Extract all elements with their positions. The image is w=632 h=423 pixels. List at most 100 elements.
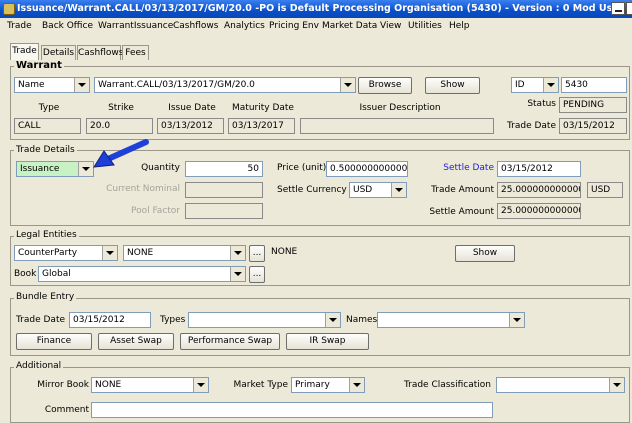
settle-amount-label: Settle Amount — [429, 207, 494, 217]
settle-currency-label: Settle Currency — [277, 185, 347, 195]
trade-amount-label: Trade Amount — [431, 185, 494, 195]
types-label: Types — [160, 315, 186, 325]
price-label: Price (unit) — [277, 163, 327, 173]
browse-button[interactable]: Browse — [358, 77, 412, 94]
comment-label: Comment — [44, 405, 89, 415]
warrant-name-combo[interactable]: Warrant.CALL/03/13/2017/GM/20.0 — [94, 77, 356, 93]
book-label: Book — [14, 269, 37, 279]
pool-factor-field — [185, 203, 263, 219]
dropdown-arrow-icon — [609, 378, 624, 392]
quantity-label: Quantity — [141, 163, 180, 173]
bundle-entry-legend: Bundle Entry — [14, 292, 77, 303]
current-nominal-field — [185, 182, 263, 198]
additional-legend: Additional — [14, 361, 64, 372]
issuer-description-field — [300, 118, 494, 134]
menu-back-office[interactable]: Back Office — [42, 21, 93, 31]
tab-cashflows[interactable]: Cashflows — [77, 45, 123, 60]
asset-swap-button[interactable]: Asset Swap — [98, 333, 174, 350]
settle-currency-combo[interactable]: USD — [349, 182, 407, 198]
minimize-icon — [615, 10, 622, 12]
dropdown-arrow-icon — [509, 313, 524, 327]
dropdown-arrow-icon — [543, 78, 558, 92]
minimize-button[interactable] — [611, 2, 625, 15]
calypso-app-icon — [3, 3, 15, 15]
warrant-legend: Warrant — [14, 60, 64, 71]
performance-swap-button[interactable]: Performance Swap — [180, 333, 280, 350]
names-label: Names — [346, 315, 378, 325]
maturity-date-label: Maturity Date — [232, 103, 294, 113]
current-nominal-label: Current Nominal — [106, 184, 180, 194]
menu-trade[interactable]: Trade — [7, 21, 32, 31]
book-ellipsis-button[interactable]: ... — [249, 266, 265, 283]
mirror-book-combo[interactable]: NONE — [91, 377, 209, 393]
status-label: Status — [527, 99, 556, 109]
strike-label: Strike — [108, 103, 134, 113]
book-combo[interactable]: Global — [38, 266, 246, 282]
role-combo[interactable]: CounterParty — [14, 245, 118, 261]
menu-help[interactable]: Help — [449, 21, 470, 31]
tab-details[interactable]: Details — [41, 45, 76, 60]
menu-view[interactable]: View — [380, 21, 401, 31]
issuer-description-label: Issuer Description — [359, 103, 441, 113]
dropdown-arrow-icon — [230, 267, 245, 281]
quantity-field[interactable]: 50 — [185, 161, 263, 177]
legal-entity-show-button[interactable]: Show — [455, 245, 515, 262]
dropdown-arrow-icon — [325, 313, 340, 327]
legal-entities-legend: Legal Entities — [14, 230, 79, 241]
dropdown-arrow-icon — [349, 378, 364, 392]
bundle-trade-date-field[interactable]: 03/15/2012 — [69, 312, 151, 328]
market-type-label: Market Type — [233, 380, 288, 390]
menu-warrant-issuance[interactable]: WarrantIssuance — [98, 21, 173, 31]
dropdown-arrow-icon — [340, 78, 355, 92]
trade-classification-combo[interactable] — [496, 377, 625, 393]
market-type-combo[interactable]: Primary — [291, 377, 365, 393]
trade-amount-field: 25.000000000000 — [497, 182, 581, 198]
legal-entity-combo[interactable]: NONE — [123, 245, 246, 261]
tab-trade[interactable]: Trade — [10, 43, 39, 60]
status-field: PENDING — [559, 97, 627, 113]
menu-utilities[interactable]: Utilities — [408, 21, 442, 31]
maximize-button[interactable] — [626, 2, 632, 15]
type-label: Type — [38, 103, 60, 113]
legal-entity-name: NONE — [271, 247, 298, 257]
legal-entity-ellipsis-button[interactable]: ... — [249, 245, 265, 262]
dropdown-arrow-icon — [391, 183, 406, 197]
tab-fees[interactable]: Fees — [122, 45, 149, 60]
menu-cashflows[interactable]: Cashflows — [173, 21, 218, 31]
title-bar: Issuance/Warrant.CALL/03/13/2017/GM/20.0… — [0, 0, 632, 18]
maturity-date-field: 03/13/2017 — [228, 118, 295, 134]
settle-amount-field: 25.000000000000 — [497, 203, 581, 219]
comment-field[interactable] — [91, 402, 493, 418]
trade-amount-currency: USD — [587, 182, 623, 198]
bundle-trade-date-label: Trade Date — [16, 315, 66, 325]
menu-market-data[interactable]: Market Data — [322, 21, 377, 31]
issue-date-label: Issue Date — [168, 103, 216, 113]
ir-swap-button[interactable]: IR Swap — [286, 333, 369, 350]
trade-classification-label: Trade Classification — [403, 380, 491, 390]
menu-pricing-env[interactable]: Pricing Env — [269, 21, 319, 31]
settle-date-label: Settle Date — [443, 163, 494, 173]
finance-button[interactable]: Finance — [16, 333, 92, 350]
names-combo[interactable] — [377, 312, 525, 328]
name-selector[interactable]: Name — [14, 77, 90, 93]
window-title: Issuance/Warrant.CALL/03/13/2017/GM/20.0… — [17, 3, 632, 14]
type-field: CALL — [14, 118, 81, 134]
pool-factor-label: Pool Factor — [130, 206, 180, 216]
warrant-trade-date-field: 03/15/2012 — [559, 118, 627, 134]
menu-bar: Trade Back Office WarrantIssuance Cashfl… — [0, 18, 632, 34]
strike-field: 20.0 — [86, 118, 153, 134]
menu-analytics[interactable]: Analytics — [224, 21, 265, 31]
dropdown-arrow-icon — [102, 246, 117, 260]
id-field[interactable]: 5430 — [561, 77, 627, 93]
types-combo[interactable] — [188, 312, 341, 328]
dropdown-arrow-icon — [230, 246, 245, 260]
id-selector[interactable]: ID — [511, 77, 559, 93]
action-combo[interactable]: Issuance — [16, 161, 94, 177]
price-field[interactable]: 0.500000000000 — [326, 161, 408, 177]
mirror-book-label: Mirror Book — [37, 380, 89, 390]
issue-date-field: 03/13/2012 — [157, 118, 224, 134]
dropdown-arrow-icon — [74, 78, 89, 92]
settle-date-field[interactable]: 03/15/2012 — [497, 161, 581, 177]
warrant-show-button[interactable]: Show — [425, 77, 480, 94]
dropdown-arrow-icon — [78, 162, 93, 176]
